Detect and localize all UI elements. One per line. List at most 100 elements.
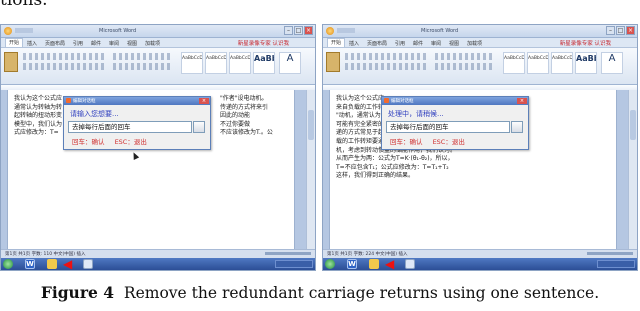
style-normal[interactable]: AaBbCcDd	[503, 52, 525, 74]
figure-caption-text: Remove the redundant carriage returns us…	[123, 284, 600, 302]
hint-esc-exit: ESC：退出	[114, 138, 147, 146]
app-window-icon[interactable]	[405, 259, 415, 269]
hint-enter-confirm: 回车：确认	[390, 138, 423, 146]
scrollbar-thumb[interactable]	[630, 110, 636, 140]
command-input[interactable]: 去掉每行后面的回车	[68, 121, 192, 133]
back-arrow-icon[interactable]: ◀	[63, 258, 79, 270]
tab-page-layout[interactable]: 页面布局	[367, 40, 387, 47]
style-heading1[interactable]: AaBbCcDd	[229, 52, 251, 74]
system-tray	[275, 260, 313, 268]
mouse-cursor-icon	[130, 151, 140, 160]
style-no-spacing[interactable]: AaBbCcDd	[205, 52, 227, 74]
tab-view[interactable]: 视图	[127, 40, 137, 47]
format-controls[interactable]	[23, 63, 107, 70]
word-icon[interactable]: W	[25, 259, 35, 269]
change-styles-button[interactable]: A	[601, 52, 623, 74]
style-heading1[interactable]: AaBbCcDd	[551, 52, 573, 74]
tab-addins[interactable]: 加载项	[467, 40, 482, 47]
start-button-icon[interactable]	[3, 259, 13, 269]
dialog-titlebar: 编辑对话框 ×	[64, 97, 210, 105]
status-bar: 第1页 共1页 字数: 110 中文(中国) 插入	[1, 249, 315, 258]
vertical-scrollbar[interactable]	[306, 90, 315, 250]
paste-icon[interactable]	[326, 52, 340, 72]
command-dialog: 编辑对话框 × 请输入您想要... 去掉每行后面的回车 回车：确认 ESC：退出	[63, 96, 211, 150]
dropdown-button[interactable]	[193, 121, 205, 133]
figure-caption: Figure 4 Remove the redundant carriage r…	[0, 283, 640, 302]
status-text: 第1页 共1页 字数: 224 中文(中国) 插入	[327, 252, 408, 257]
tab-review[interactable]: 审阅	[431, 40, 441, 47]
command-input[interactable]: 去掉每行后面的回车	[386, 121, 510, 133]
dialog-caption: 编辑对话框	[73, 99, 96, 104]
minimize-icon[interactable]: –	[284, 26, 293, 35]
dialog-close-icon[interactable]: ×	[199, 98, 209, 104]
folder-icon[interactable]	[47, 259, 57, 269]
back-arrow-icon[interactable]: ◀	[385, 258, 401, 270]
window-title: Microsoft Word	[421, 28, 459, 34]
tab-mailings[interactable]: 邮件	[91, 40, 101, 47]
hint-enter-confirm: 回车：确认	[72, 138, 105, 146]
status-bar: 第1页 共1页 字数: 224 中文(中国) 插入	[323, 249, 637, 258]
tab-insert[interactable]: 插入	[27, 40, 37, 47]
figure-label: Figure 4	[40, 283, 115, 302]
format-controls[interactable]	[345, 63, 429, 70]
doc-line: 我认为这个公式应	[14, 95, 63, 102]
start-button-icon[interactable]	[325, 259, 335, 269]
window-controls: – □ ×	[284, 26, 313, 35]
tab-view[interactable]: 视图	[449, 40, 459, 47]
font-controls[interactable]	[23, 53, 107, 60]
ribbon: AaBbCcDd AaBbCcDd AaBbCcDd AaBbC A	[323, 48, 637, 85]
close-icon[interactable]: ×	[626, 26, 635, 35]
tab-references[interactable]: 引用	[73, 40, 83, 47]
app-window-icon[interactable]	[83, 259, 93, 269]
vertical-scrollbar[interactable]	[628, 90, 637, 250]
zoom-slider[interactable]	[265, 252, 311, 255]
folder-icon[interactable]	[369, 259, 379, 269]
dropdown-button[interactable]	[511, 121, 523, 133]
ribbon: AaBbCcDd AaBbCcDd AaBbCcDd AaBbC A	[1, 48, 315, 85]
dialog-prompt: 处理中，请稍候...	[388, 110, 444, 118]
dialog-caption: 编辑对话框	[391, 99, 414, 104]
tab-home[interactable]: 开始	[5, 38, 24, 47]
window-controls: – □ ×	[606, 26, 635, 35]
office-button-icon[interactable]	[4, 27, 12, 35]
office-button-icon[interactable]	[326, 27, 334, 35]
screenshot-left: Microsoft Word – □ × 开始 插入 页面布局 引用 邮件 审阅…	[0, 24, 316, 271]
screenshot-right: Microsoft Word – □ × 开始 插入 页面布局 引用 邮件 审阅…	[322, 24, 638, 271]
tab-page-layout[interactable]: 页面布局	[45, 40, 65, 47]
font-controls[interactable]	[345, 53, 429, 60]
zoom-slider[interactable]	[587, 252, 633, 255]
dialog-close-icon[interactable]: ×	[517, 98, 527, 104]
paragraph-controls[interactable]	[113, 53, 173, 60]
paragraph-controls[interactable]	[435, 53, 495, 60]
tab-insert[interactable]: 插入	[349, 40, 359, 47]
maximize-icon[interactable]: □	[294, 26, 303, 35]
doc-line: 式应修改为：T=	[14, 129, 59, 137]
quick-access-toolbar[interactable]	[337, 28, 355, 33]
paste-icon[interactable]	[4, 52, 18, 72]
dialog-hints: 回车：确认 ESC：退出	[390, 136, 473, 146]
style-normal[interactable]: AaBbCcDd	[181, 52, 203, 74]
tab-mailings[interactable]: 邮件	[413, 40, 423, 47]
style-heading2[interactable]: AaBbC	[253, 52, 275, 74]
doc-line: 通常认为转轴为转	[14, 103, 63, 111]
tab-references[interactable]: 引用	[395, 40, 405, 47]
scrollbar-thumb[interactable]	[308, 110, 314, 140]
user-label: 新星录像专家 认识我	[559, 41, 611, 47]
close-icon[interactable]: ×	[304, 26, 313, 35]
taskbar: W ◀	[323, 258, 637, 270]
alignment-controls[interactable]	[113, 63, 173, 70]
window-titlebar: Microsoft Word – □ ×	[323, 25, 637, 38]
maximize-icon[interactable]: □	[616, 26, 625, 35]
quick-access-toolbar[interactable]	[15, 28, 33, 33]
ribbon-tabs: 开始 插入 页面布局 引用 邮件 审阅 视图 加载项 新星录像专家 认识我	[323, 38, 637, 48]
style-heading2[interactable]: AaBbC	[575, 52, 597, 74]
change-styles-button[interactable]: A	[279, 52, 301, 74]
alignment-controls[interactable]	[435, 63, 495, 70]
tab-review[interactable]: 审阅	[109, 40, 119, 47]
user-label: 新星录像专家 认识我	[237, 41, 289, 47]
tab-home[interactable]: 开始	[327, 38, 346, 47]
style-no-spacing[interactable]: AaBbCcDd	[527, 52, 549, 74]
word-icon[interactable]: W	[347, 259, 357, 269]
tab-addins[interactable]: 加载项	[145, 40, 160, 47]
minimize-icon[interactable]: –	[606, 26, 615, 35]
